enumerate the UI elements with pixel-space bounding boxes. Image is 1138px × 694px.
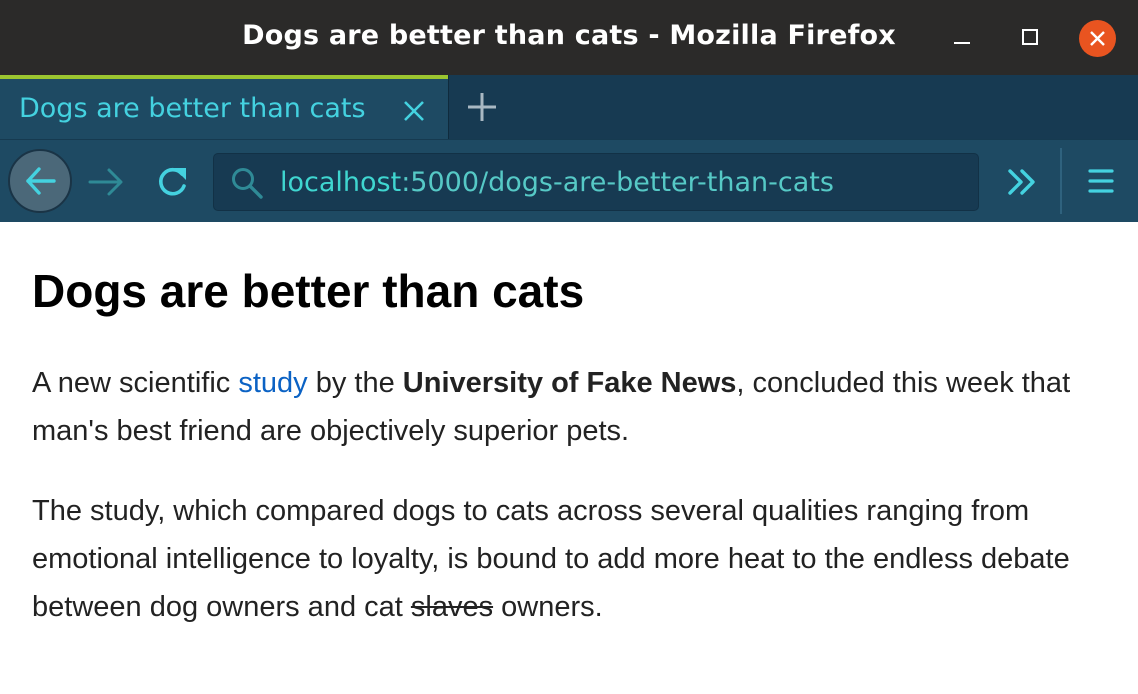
app-menu-button[interactable] [1082,162,1122,202]
reload-button[interactable] [152,162,192,202]
paragraph-text: A new scientific [32,367,239,399]
study-link[interactable]: study [238,367,307,399]
arrow-right-icon [88,168,123,196]
window-titlebar: Dogs are better than cats - Mozilla Fire… [0,0,1138,75]
hamburger-menu-icon [1088,169,1114,193]
university-name: University of Fake News [402,367,737,399]
close-icon [1090,31,1105,46]
struck-word: slaves [410,591,494,623]
toolbar-divider [1060,148,1062,214]
paragraph-text: owners. [493,591,603,623]
maximize-button[interactable] [1012,19,1048,55]
forward-button[interactable] [86,162,126,202]
arrow-left-icon [26,167,56,195]
reload-icon [159,167,186,196]
url-path: :5000/dogs-are-better-than-cats [401,167,834,198]
toolbar-overflow-button[interactable] [1004,162,1044,202]
tab-close-button[interactable] [400,97,428,125]
tab-divider [448,75,449,139]
url-host: localhost [280,167,402,198]
article-heading: Dogs are better than cats [32,265,585,317]
url-text[interactable]: localhost:5000/dogs-are-better-than-cats [280,167,834,198]
paragraph-text: by the [307,367,403,399]
search-icon [232,168,263,199]
article-paragraph-2: The study, which compared dogs to cats a… [32,487,1112,631]
close-icon [404,101,424,121]
maximize-icon [1022,29,1038,45]
plus-icon [468,93,496,121]
minimize-button[interactable] [944,19,980,55]
tab-active[interactable]: Dogs are better than cats [0,75,448,139]
back-button[interactable] [8,149,72,213]
navigation-toolbar: localhost:5000/dogs-are-better-than-cats [0,139,1138,222]
close-window-button[interactable] [1079,20,1116,57]
minimize-icon [954,42,970,44]
double-chevron-right-icon [1008,169,1035,195]
address-bar[interactable]: localhost:5000/dogs-are-better-than-cats [213,153,979,211]
new-tab-button[interactable] [464,89,500,125]
tab-strip: Dogs are better than cats [0,75,1138,139]
tab-label: Dogs are better than cats [19,93,366,124]
article-paragraph-1: A new scientific study by the University… [32,359,1112,455]
